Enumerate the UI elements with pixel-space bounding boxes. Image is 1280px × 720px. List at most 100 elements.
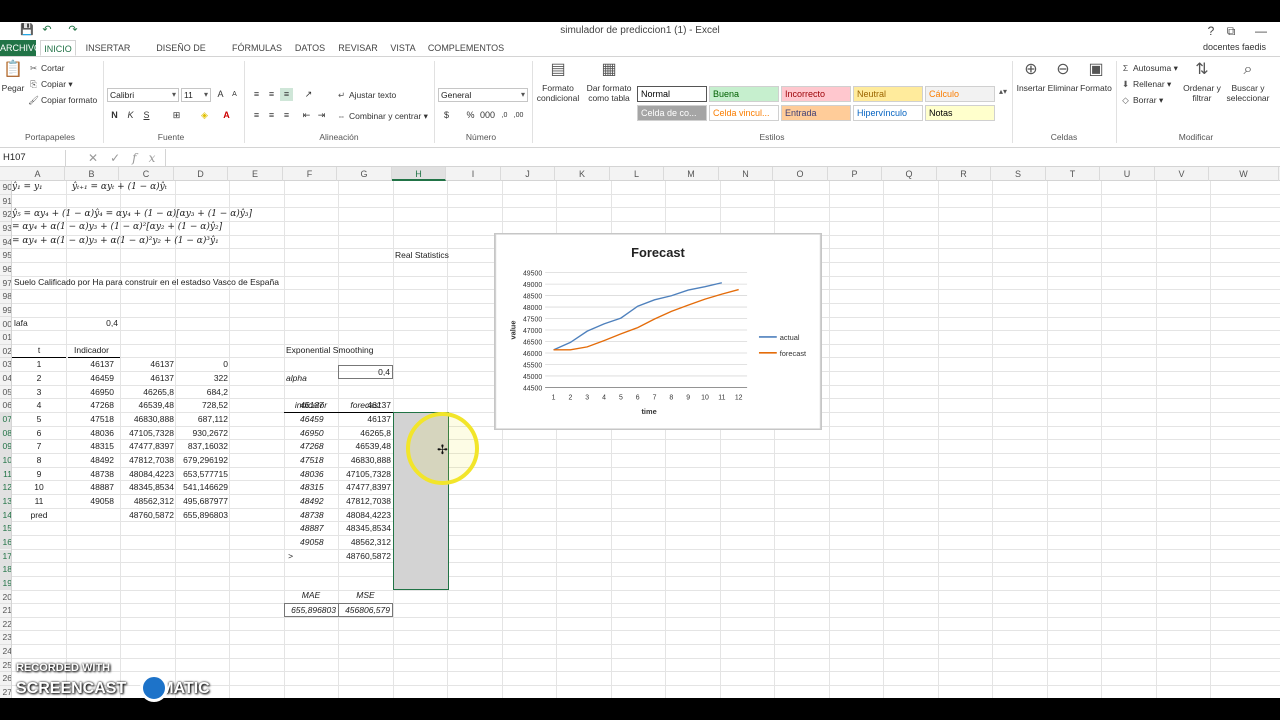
copy-button[interactable]: ⎘ Copiar ▾ bbox=[28, 78, 73, 90]
tab-formulas[interactable]: FÓRMULAS bbox=[230, 40, 284, 56]
increase-decimal-icon[interactable]: ,0 bbox=[498, 109, 511, 122]
font-size-select[interactable]: 11 bbox=[181, 88, 211, 102]
format-as-table-button[interactable]: ▦ Dar formato como tabla bbox=[584, 59, 634, 103]
cell-style-0[interactable]: Normal bbox=[637, 86, 707, 102]
data-cell-d[interactable]: 930,2672 bbox=[176, 427, 228, 441]
fill-color-icon[interactable]: ◈ bbox=[198, 109, 211, 122]
cell-style-8[interactable]: Hipervínculo bbox=[853, 105, 923, 121]
formula-input[interactable] bbox=[170, 150, 1270, 166]
cell-style-1[interactable]: Buena bbox=[709, 86, 779, 102]
data-cell-t[interactable]: 11 bbox=[12, 495, 66, 509]
column-header-a[interactable]: A bbox=[11, 167, 65, 181]
data-cell-t[interactable]: 4 bbox=[12, 399, 66, 413]
row-header[interactable]: 11 bbox=[0, 467, 11, 482]
data-cell-ind[interactable]: 49058 bbox=[68, 495, 114, 509]
data-cell-d[interactable]: 653,577715 bbox=[176, 468, 228, 482]
alfa-label[interactable]: lafa bbox=[14, 317, 28, 331]
row-header[interactable]: 03 bbox=[0, 358, 11, 373]
bold-button[interactable]: N bbox=[108, 109, 121, 122]
column-header-n[interactable]: N bbox=[719, 167, 773, 181]
column-header-f[interactable]: F bbox=[283, 167, 337, 181]
data-cell-c[interactable]: 47477,8397 bbox=[122, 440, 174, 454]
tab-archivo[interactable]: ARCHIVO bbox=[0, 40, 41, 56]
data-cell-d[interactable]: 679,296192 bbox=[176, 454, 228, 468]
currency-icon[interactable]: $ bbox=[440, 109, 453, 122]
data-cell-ind[interactable]: 48887 bbox=[68, 481, 114, 495]
header-indicador[interactable]: Indicador bbox=[68, 344, 120, 358]
es-forecast-cell[interactable]: 46539,48 bbox=[338, 440, 391, 454]
row-header[interactable]: 97 bbox=[0, 277, 11, 291]
row-header[interactable]: 99 bbox=[0, 304, 11, 318]
data-cell-t[interactable]: 10 bbox=[12, 481, 66, 495]
column-header-h[interactable]: H bbox=[392, 167, 446, 181]
row-header[interactable]: 04 bbox=[0, 372, 11, 386]
align-left-icon[interactable]: ≡ bbox=[250, 109, 263, 122]
row-header[interactable]: 16 bbox=[0, 535, 11, 550]
data-cell-ind[interactable]: 46137 bbox=[68, 358, 114, 372]
tab-revisar[interactable]: REVISAR bbox=[336, 40, 380, 56]
data-cell-d[interactable]: 837,16032 bbox=[176, 440, 228, 454]
grow-font-icon[interactable]: A bbox=[214, 88, 227, 101]
row-header[interactable]: 20 bbox=[0, 591, 11, 605]
row-header[interactable]: 26 bbox=[0, 672, 11, 686]
row-header[interactable]: 10 bbox=[0, 454, 11, 468]
data-cell-c[interactable]: 46265,8 bbox=[122, 386, 174, 400]
column-header-u[interactable]: U bbox=[1100, 167, 1155, 181]
data-cell-c[interactable]: 48760,5872 bbox=[122, 509, 174, 523]
sheet-description[interactable]: Suelo Calificado por Ha para construir e… bbox=[14, 276, 279, 290]
cell-style-7[interactable]: Entrada bbox=[781, 105, 851, 121]
merge-center-button[interactable]: ⇔ Combinar y centrar ▾ bbox=[336, 110, 428, 122]
orientation-icon[interactable]: ↗ bbox=[302, 88, 315, 101]
es-indicator-cell[interactable]: 46950 bbox=[300, 427, 324, 441]
data-cell-ind[interactable]: 48738 bbox=[68, 468, 114, 482]
column-header-j[interactable]: J bbox=[501, 167, 555, 181]
italic-button[interactable]: K bbox=[124, 109, 137, 122]
column-header-s[interactable]: S bbox=[991, 167, 1046, 181]
column-header-r[interactable]: R bbox=[937, 167, 991, 181]
es-indicator-cell[interactable]: 48887 bbox=[300, 522, 324, 536]
forecast-chart[interactable]: Forecast44500450004550046000465004700047… bbox=[494, 233, 822, 430]
data-cell-t[interactable]: 6 bbox=[12, 427, 66, 441]
data-cell-ind[interactable]: 48315 bbox=[68, 440, 114, 454]
es-forecast-cell[interactable]: 48084,4223 bbox=[338, 509, 391, 523]
conditional-format-button[interactable]: ▤ Formato condicional bbox=[534, 59, 582, 103]
cancel-icon[interactable]: ✕ bbox=[88, 151, 110, 165]
align-bottom-icon[interactable]: ≡ bbox=[280, 88, 293, 101]
format-cells-button[interactable]: ▣ Formato bbox=[1078, 59, 1114, 93]
shrink-font-icon[interactable]: A bbox=[228, 88, 241, 101]
enter-icon[interactable]: ✓ bbox=[110, 151, 132, 165]
row-header[interactable]: 91 bbox=[0, 195, 11, 209]
es-indicator-cell[interactable]: 48738 bbox=[300, 509, 324, 523]
row-header[interactable]: 23 bbox=[0, 631, 11, 646]
wrap-text-button[interactable]: ↵ Ajustar texto bbox=[336, 89, 396, 101]
row-header[interactable]: 06 bbox=[0, 399, 11, 413]
es-forecast-cell[interactable]: 46137 bbox=[338, 413, 391, 427]
row-header[interactable]: 17 bbox=[0, 549, 11, 564]
row-header[interactable]: 27 bbox=[0, 686, 11, 698]
data-cell-t[interactable]: 9 bbox=[12, 468, 66, 482]
data-cell-ind[interactable]: 48036 bbox=[68, 427, 114, 441]
data-cell-ind[interactable]: 47518 bbox=[68, 413, 114, 427]
column-header-w[interactable]: W bbox=[1209, 167, 1279, 181]
tab-vista[interactable]: VISTA bbox=[386, 40, 420, 56]
column-header-o[interactable]: O bbox=[773, 167, 828, 181]
es-forecast-cell[interactable]: 47812,7038 bbox=[338, 495, 391, 509]
row-header[interactable]: 21 bbox=[0, 604, 11, 618]
cut-button[interactable]: ✂ Cortar bbox=[28, 62, 65, 74]
es-forecast-cell[interactable]: 48562,312 bbox=[338, 536, 391, 550]
data-cell-ind[interactable]: 48492 bbox=[68, 454, 114, 468]
data-cell-d[interactable]: 687,112 bbox=[176, 413, 228, 427]
clear-button[interactable]: ◇ Borrar ▾ bbox=[1120, 94, 1163, 106]
mae-label[interactable]: MAE bbox=[284, 589, 338, 603]
data-cell-c[interactable]: 46137 bbox=[122, 358, 174, 372]
tab-complementos[interactable]: COMPLEMENTOS bbox=[426, 40, 506, 56]
data-cell-t[interactable]: 8 bbox=[12, 454, 66, 468]
es-indicator-cell[interactable]: 46459 bbox=[300, 413, 324, 427]
row-header[interactable]: 25 bbox=[0, 659, 11, 673]
es-forecast-cell[interactable]: 47105,7328 bbox=[338, 468, 391, 482]
cell-style-6[interactable]: Celda vincul... bbox=[709, 105, 779, 121]
tab-diseno[interactable]: DISEÑO DE PÁGINA bbox=[140, 40, 222, 69]
name-box[interactable]: H107 bbox=[0, 150, 66, 166]
column-header-l[interactable]: L bbox=[610, 167, 664, 181]
format-painter-button[interactable]: 🖌 Copiar formato bbox=[28, 94, 97, 106]
